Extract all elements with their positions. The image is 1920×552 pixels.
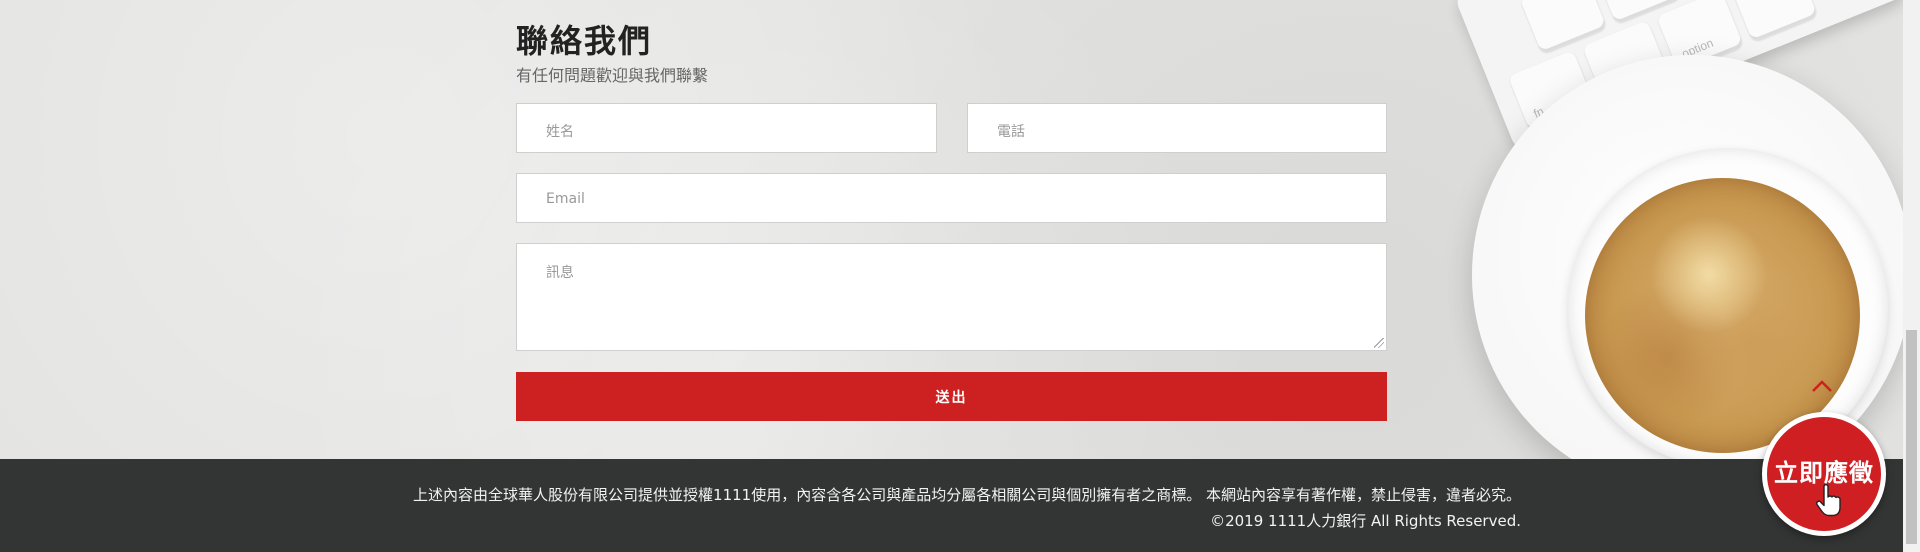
name-placeholder: 姓名 <box>546 124 574 140</box>
chevron-up-icon[interactable] <box>1810 375 1834 399</box>
page-subtitle: 有任何問題歡迎與我們聯繫 <box>516 66 709 85</box>
message-placeholder: 訊息 <box>546 265 574 281</box>
name-field[interactable]: 姓名 <box>516 103 937 153</box>
page-title: 聯絡我們 <box>516 22 653 60</box>
scrollbar[interactable] <box>1903 0 1920 552</box>
submit-button[interactable]: 送出 <box>516 372 1387 421</box>
keyboard-key <box>1730 0 1818 43</box>
scrollbar-thumb[interactable] <box>1906 330 1917 544</box>
hand-pointer-icon <box>1815 483 1841 517</box>
footer-disclaimer: 上述內容由全球華人股份有限公司提供並授權1111使用，內容含各公司與產品均分屬各… <box>413 486 1521 504</box>
resize-handle-icon[interactable] <box>1374 338 1384 348</box>
phone-field[interactable]: 電話 <box>967 103 1387 153</box>
contact-section: 聯絡我們 有任何問題歡迎與我們聯繫 <box>516 20 1387 86</box>
email-placeholder: Email <box>546 191 585 207</box>
footer: 上述內容由全球華人股份有限公司提供並授權1111使用，內容含各公司與產品均分屬各… <box>0 459 1903 552</box>
email-field[interactable]: Email <box>516 173 1387 223</box>
apply-now-button[interactable]: 立即應徵 <box>1762 412 1886 536</box>
message-field[interactable]: 訊息 <box>516 243 1387 351</box>
phone-placeholder: 電話 <box>997 124 1025 140</box>
footer-copyright: ©2019 1111人力銀行 All Rights Reserved. <box>1210 512 1521 530</box>
